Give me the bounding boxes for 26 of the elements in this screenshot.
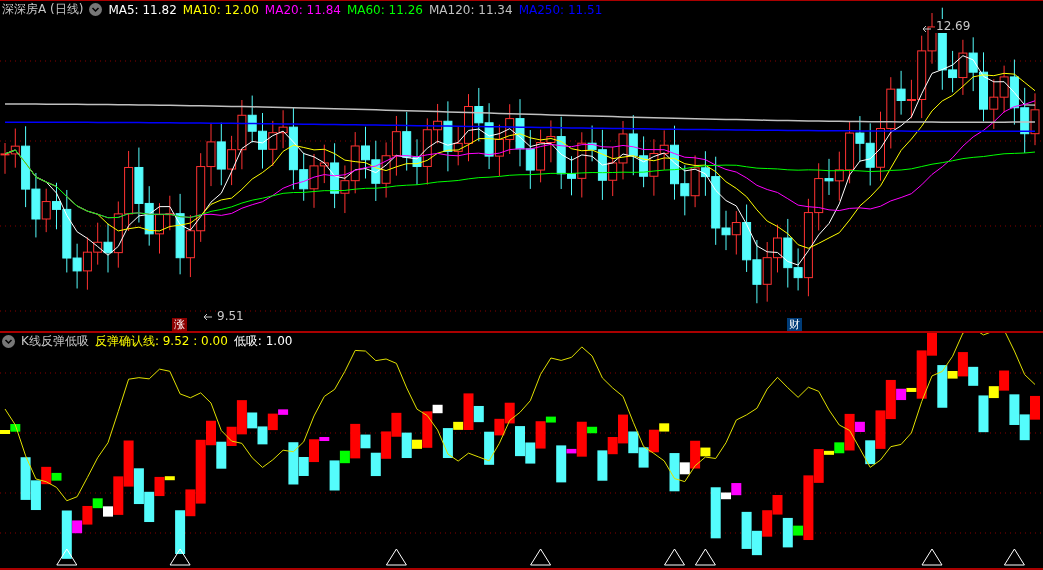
triangle-marker bbox=[664, 548, 685, 566]
triangle-marker bbox=[56, 548, 78, 566]
moving-average-value: MA120: 11.34 bbox=[428, 2, 513, 17]
event-marker[interactable]: 财 bbox=[787, 318, 802, 331]
triangle-marker bbox=[530, 548, 552, 566]
chart-title: 深深房A (日线) bbox=[2, 1, 84, 18]
event-marker[interactable]: 涨 bbox=[172, 318, 187, 331]
triangle-marker bbox=[385, 548, 407, 566]
pointer-arrow-icon bbox=[922, 25, 932, 33]
low-price-label: 9.51 bbox=[216, 309, 245, 323]
triangle-marker bbox=[921, 548, 943, 566]
pointer-arrow-icon bbox=[203, 313, 213, 321]
high-price-label: 12.69 bbox=[935, 19, 972, 33]
triangle-marker bbox=[1003, 548, 1025, 566]
moving-average-value: MA20: 11.84 bbox=[264, 2, 341, 17]
triangle-marker bbox=[694, 548, 716, 566]
indicator-title: K线反弹低吸 bbox=[21, 333, 89, 351]
triangle-marker bbox=[169, 548, 191, 566]
indicator-value: 反弹确认线: 9.52 : 0.00 bbox=[94, 333, 228, 351]
moving-average-value: MA250: 11.51 bbox=[518, 2, 603, 17]
moving-average-value: MA60: 11.26 bbox=[346, 2, 423, 17]
collapse-icon[interactable] bbox=[2, 335, 15, 349]
moving-average-value: MA5: 11.82 bbox=[108, 2, 177, 17]
moving-average-value: MA10: 12.00 bbox=[182, 2, 259, 17]
indicator-value: 低吸: 1.00 bbox=[233, 333, 293, 351]
collapse-icon[interactable] bbox=[89, 3, 103, 16]
